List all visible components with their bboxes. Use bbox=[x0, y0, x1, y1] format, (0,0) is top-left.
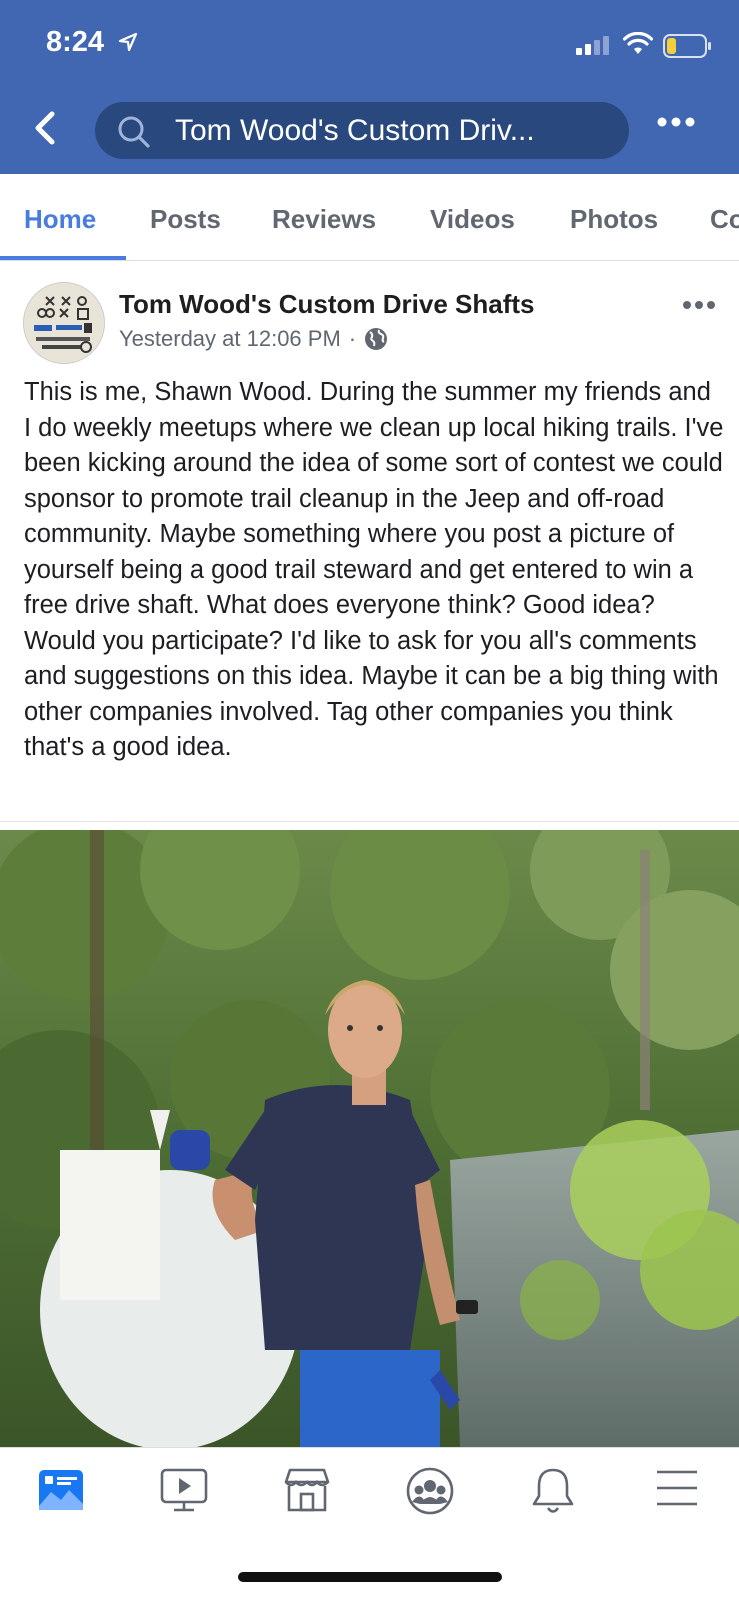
post-options-icon[interactable] bbox=[682, 299, 716, 311]
search-query: Tom Wood's Custom Driv... bbox=[175, 114, 535, 147]
menu-icon[interactable] bbox=[655, 1466, 699, 1510]
post-meta: Yesterday at 12:06 PM · bbox=[119, 326, 388, 352]
tab-posts[interactable]: Posts bbox=[150, 204, 221, 235]
watch-icon[interactable] bbox=[159, 1466, 209, 1514]
news-feed-icon[interactable] bbox=[37, 1466, 85, 1514]
home-indicator[interactable] bbox=[238, 1572, 502, 1582]
post-body-text: This is me, Shawn Wood. During the summe… bbox=[24, 378, 724, 761]
post-divider bbox=[0, 821, 739, 822]
tab-community[interactable]: Co bbox=[710, 204, 739, 235]
tab-videos[interactable]: Videos bbox=[430, 204, 515, 235]
photo-illustration bbox=[0, 830, 739, 1447]
location-arrow-icon bbox=[118, 32, 138, 52]
active-tab-indicator bbox=[0, 256, 126, 260]
groups-icon[interactable] bbox=[405, 1466, 455, 1516]
post-photo[interactable] bbox=[0, 830, 739, 1447]
tab-photos[interactable]: Photos bbox=[570, 204, 658, 235]
tab-home[interactable]: Home bbox=[24, 204, 96, 235]
search-bar[interactable]: Tom Wood's Custom Driv... bbox=[95, 102, 629, 159]
globe-icon bbox=[365, 328, 388, 350]
tab-reviews[interactable]: Reviews bbox=[272, 204, 376, 235]
notifications-bell-icon[interactable] bbox=[530, 1466, 576, 1516]
back-arrow-icon[interactable] bbox=[32, 110, 60, 146]
wifi-icon bbox=[623, 32, 653, 54]
top-header: 8:24 Tom Wood's Custom Driv... bbox=[0, 0, 739, 174]
post-timestamp[interactable]: Yesterday at 12:06 PM bbox=[119, 326, 341, 352]
cellular-signal-icon bbox=[576, 36, 609, 55]
page-tabs: Home Posts Reviews Videos Photos Co bbox=[0, 174, 739, 261]
more-options-icon[interactable] bbox=[656, 116, 696, 128]
marketplace-icon[interactable] bbox=[282, 1466, 332, 1514]
page-avatar[interactable] bbox=[23, 282, 105, 364]
tools-logo-icon bbox=[24, 283, 104, 363]
bottom-navigation bbox=[0, 1447, 739, 1548]
status-time: 8:24 bbox=[46, 26, 105, 58]
search-icon bbox=[118, 116, 150, 148]
battery-icon bbox=[663, 34, 711, 58]
post-author-name[interactable]: Tom Wood's Custom Drive Shafts bbox=[119, 289, 534, 320]
meta-separator: · bbox=[348, 326, 357, 351]
